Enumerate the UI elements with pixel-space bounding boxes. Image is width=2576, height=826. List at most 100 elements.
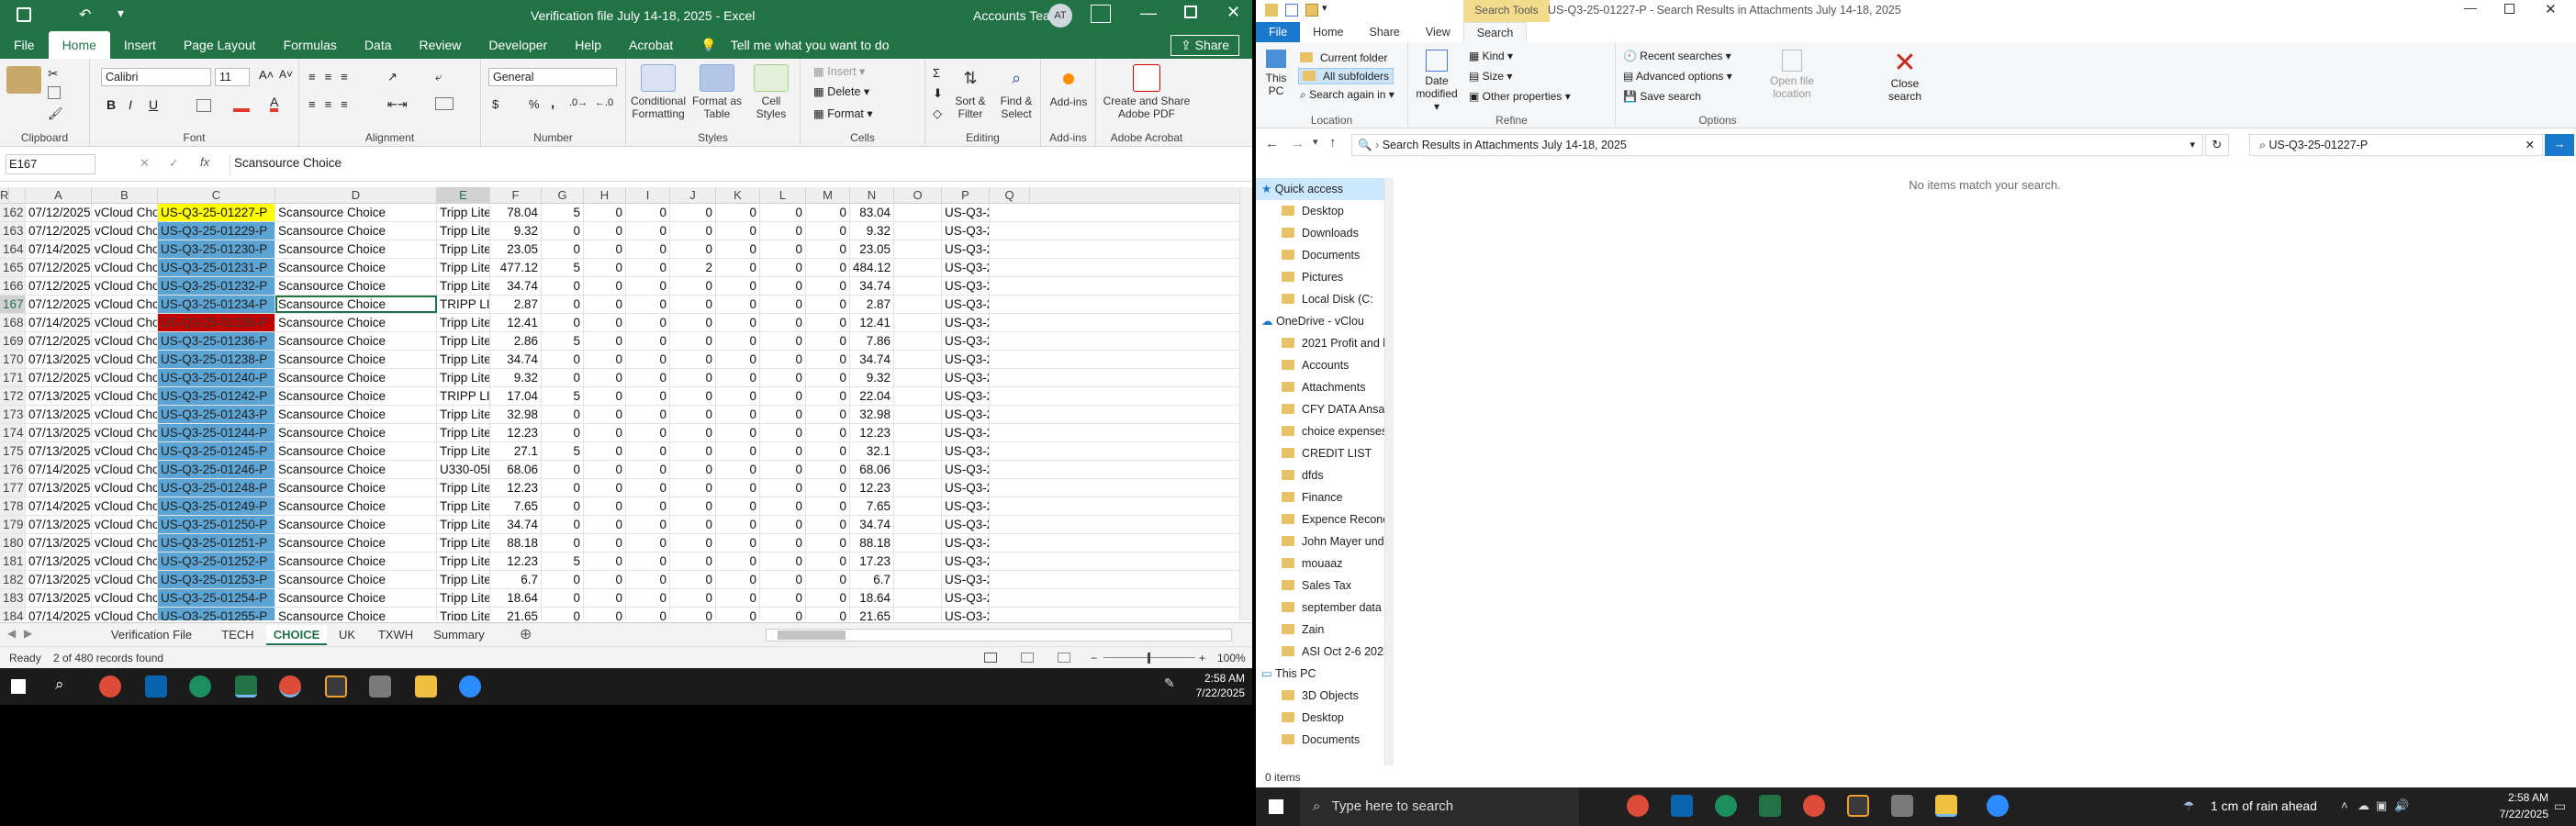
table-cell[interactable]: US-Q3-2 [942,424,990,441]
table-cell[interactable]: 27.1 [490,442,542,460]
nav-item[interactable]: ASI Oct 2-6 2023 [1256,641,1384,663]
table-cell[interactable]: 0 [760,240,806,258]
table-cell[interactable]: 12.23 [490,479,542,497]
tray-chevron-icon[interactable]: ˄ [2341,798,2348,812]
table-cell[interactable]: 5 [542,553,584,570]
table-cell[interactable]: US-Q3-25-01245-P [158,442,275,460]
table-cell[interactable]: 7.65 [850,497,894,515]
row-number[interactable]: 164 [0,240,26,258]
row-number[interactable]: 167 [0,296,26,313]
table-cell[interactable]: 0 [760,259,806,276]
column-header-r[interactable]: R [0,187,10,204]
table-cell[interactable]: 07/12/2025 [26,222,92,240]
borders-icon[interactable] [196,99,211,112]
table-cell[interactable]: 0 [670,589,716,607]
table-cell[interactable]: 68.06 [850,461,894,478]
table-cell[interactable]: 0 [626,369,670,386]
column-header-p[interactable]: P [942,187,990,204]
table-cell[interactable]: US-Q3-25-01240-P [158,369,275,386]
maximize-icon[interactable] [1184,6,1197,18]
nav-item[interactable]: Desktop [1256,707,1384,729]
clear-icon[interactable]: ◇ [933,106,942,121]
table-cell[interactable]: 0 [626,259,670,276]
table-cell[interactable]: 0 [806,424,850,441]
table-cell[interactable]: 0 [626,314,670,331]
table-cell[interactable]: 9.32 [490,369,542,386]
table-cell[interactable]: 0 [626,387,670,405]
table-cell[interactable]: US-Q3-25-01238-P [158,351,275,368]
table-cell[interactable]: 88.18 [850,534,894,552]
table-cell[interactable]: TRIPP LITI Kimberly ( [437,296,490,313]
table-cell[interactable]: Scansource Choice [275,369,437,386]
table-cell[interactable]: 0 [716,332,760,350]
cancel-entry-icon[interactable]: ✕ [140,156,150,171]
table-cell[interactable]: 07/13/2025 [26,351,92,368]
search-again-button[interactable]: ⌕ Search again in ▾ [1300,88,1394,101]
table-cell[interactable]: 5 [542,259,584,276]
table-cell[interactable]: 0 [760,406,806,423]
column-header-q[interactable]: Q [990,187,1030,204]
table-cell[interactable]: 0 [806,259,850,276]
column-header-j[interactable]: J [670,187,716,204]
table-cell[interactable]: US-Q3-25-01230-P [158,240,275,258]
table-cell[interactable]: 0 [760,424,806,441]
table-cell[interactable]: 0 [584,259,626,276]
table-cell[interactable]: 0 [626,332,670,350]
table-cell[interactable]: 0 [626,240,670,258]
table-cell[interactable]: Scansource Choice [275,571,437,588]
table-cell[interactable]: 0 [716,571,760,588]
addins-button[interactable]: Add-ins [1045,64,1092,108]
taskbar-time[interactable]: 2:58 AM [2484,791,2548,804]
table-cell[interactable]: 0 [670,497,716,515]
normal-view-icon[interactable] [984,653,997,663]
table-cell[interactable]: US-Q3-25-01232-P [158,277,275,295]
table-cell[interactable]: 0 [670,406,716,423]
table-cell[interactable]: US-Q3-2 [942,204,990,221]
table-cell[interactable]: 0 [806,589,850,607]
table-cell[interactable]: 0 [716,240,760,258]
nav-item[interactable]: ▭ This PC [1256,663,1384,685]
table-cell[interactable]: 0 [584,534,626,552]
table-cell[interactable]: 0 [760,204,806,221]
row-number[interactable]: 171 [0,369,26,386]
horizontal-scrollbar[interactable] [766,629,1232,642]
table-cell[interactable]: 0 [760,589,806,607]
table-cell[interactable] [894,314,942,331]
outlook-icon[interactable] [145,675,167,698]
table-cell[interactable]: 0 [760,277,806,295]
table-cell[interactable]: 0 [542,608,584,620]
nav-item[interactable]: Finance [1256,486,1384,508]
table-cell[interactable]: 0 [716,406,760,423]
sheet-scroll-left-icon[interactable]: ◀ [7,627,16,640]
table-cell[interactable]: 0 [806,461,850,478]
table-cell[interactable]: Scansource Choice [275,461,437,478]
table-cell[interactable]: vCloud Choice [92,204,158,221]
sheet-tab-summary[interactable]: Summary [426,625,492,645]
table-cell[interactable]: US-Q3-2 [942,406,990,423]
table-cell[interactable]: Tripp Lite Steve B. D [437,277,490,295]
row-number[interactable]: 166 [0,277,26,295]
table-cell[interactable]: 0 [806,442,850,460]
table-cell[interactable]: Scansource Choice [275,277,437,295]
table-cell[interactable]: 0 [716,351,760,368]
table-cell[interactable]: US-Q3-25-01255-P [158,608,275,620]
explorer-maximize-icon[interactable] [2504,4,2514,14]
table-cell[interactable]: 0 [670,571,716,588]
table-cell[interactable]: 0 [760,351,806,368]
decrease-font-icon[interactable]: A˅ [279,68,293,81]
tab-acrobat[interactable]: Acrobat [615,31,687,59]
table-cell[interactable]: 17.23 [850,553,894,570]
table-cell[interactable]: 68.06 [490,461,542,478]
table-cell[interactable]: 0 [584,571,626,588]
recent-locations-icon[interactable]: ▾ [1313,136,1318,148]
table-cell[interactable]: US-Q3-2 [942,277,990,295]
table-cell[interactable]: Tripp Lite Gregory T [437,424,490,441]
nav-item[interactable]: Accounts [1256,354,1384,376]
table-cell[interactable]: 0 [670,332,716,350]
table-cell[interactable]: 32.98 [490,406,542,423]
row-number[interactable]: 174 [0,424,26,441]
orientation-icon[interactable]: ↗ [387,70,398,84]
table-cell[interactable]: 0 [760,332,806,350]
table-cell[interactable] [894,369,942,386]
table-cell[interactable]: 5 [542,442,584,460]
